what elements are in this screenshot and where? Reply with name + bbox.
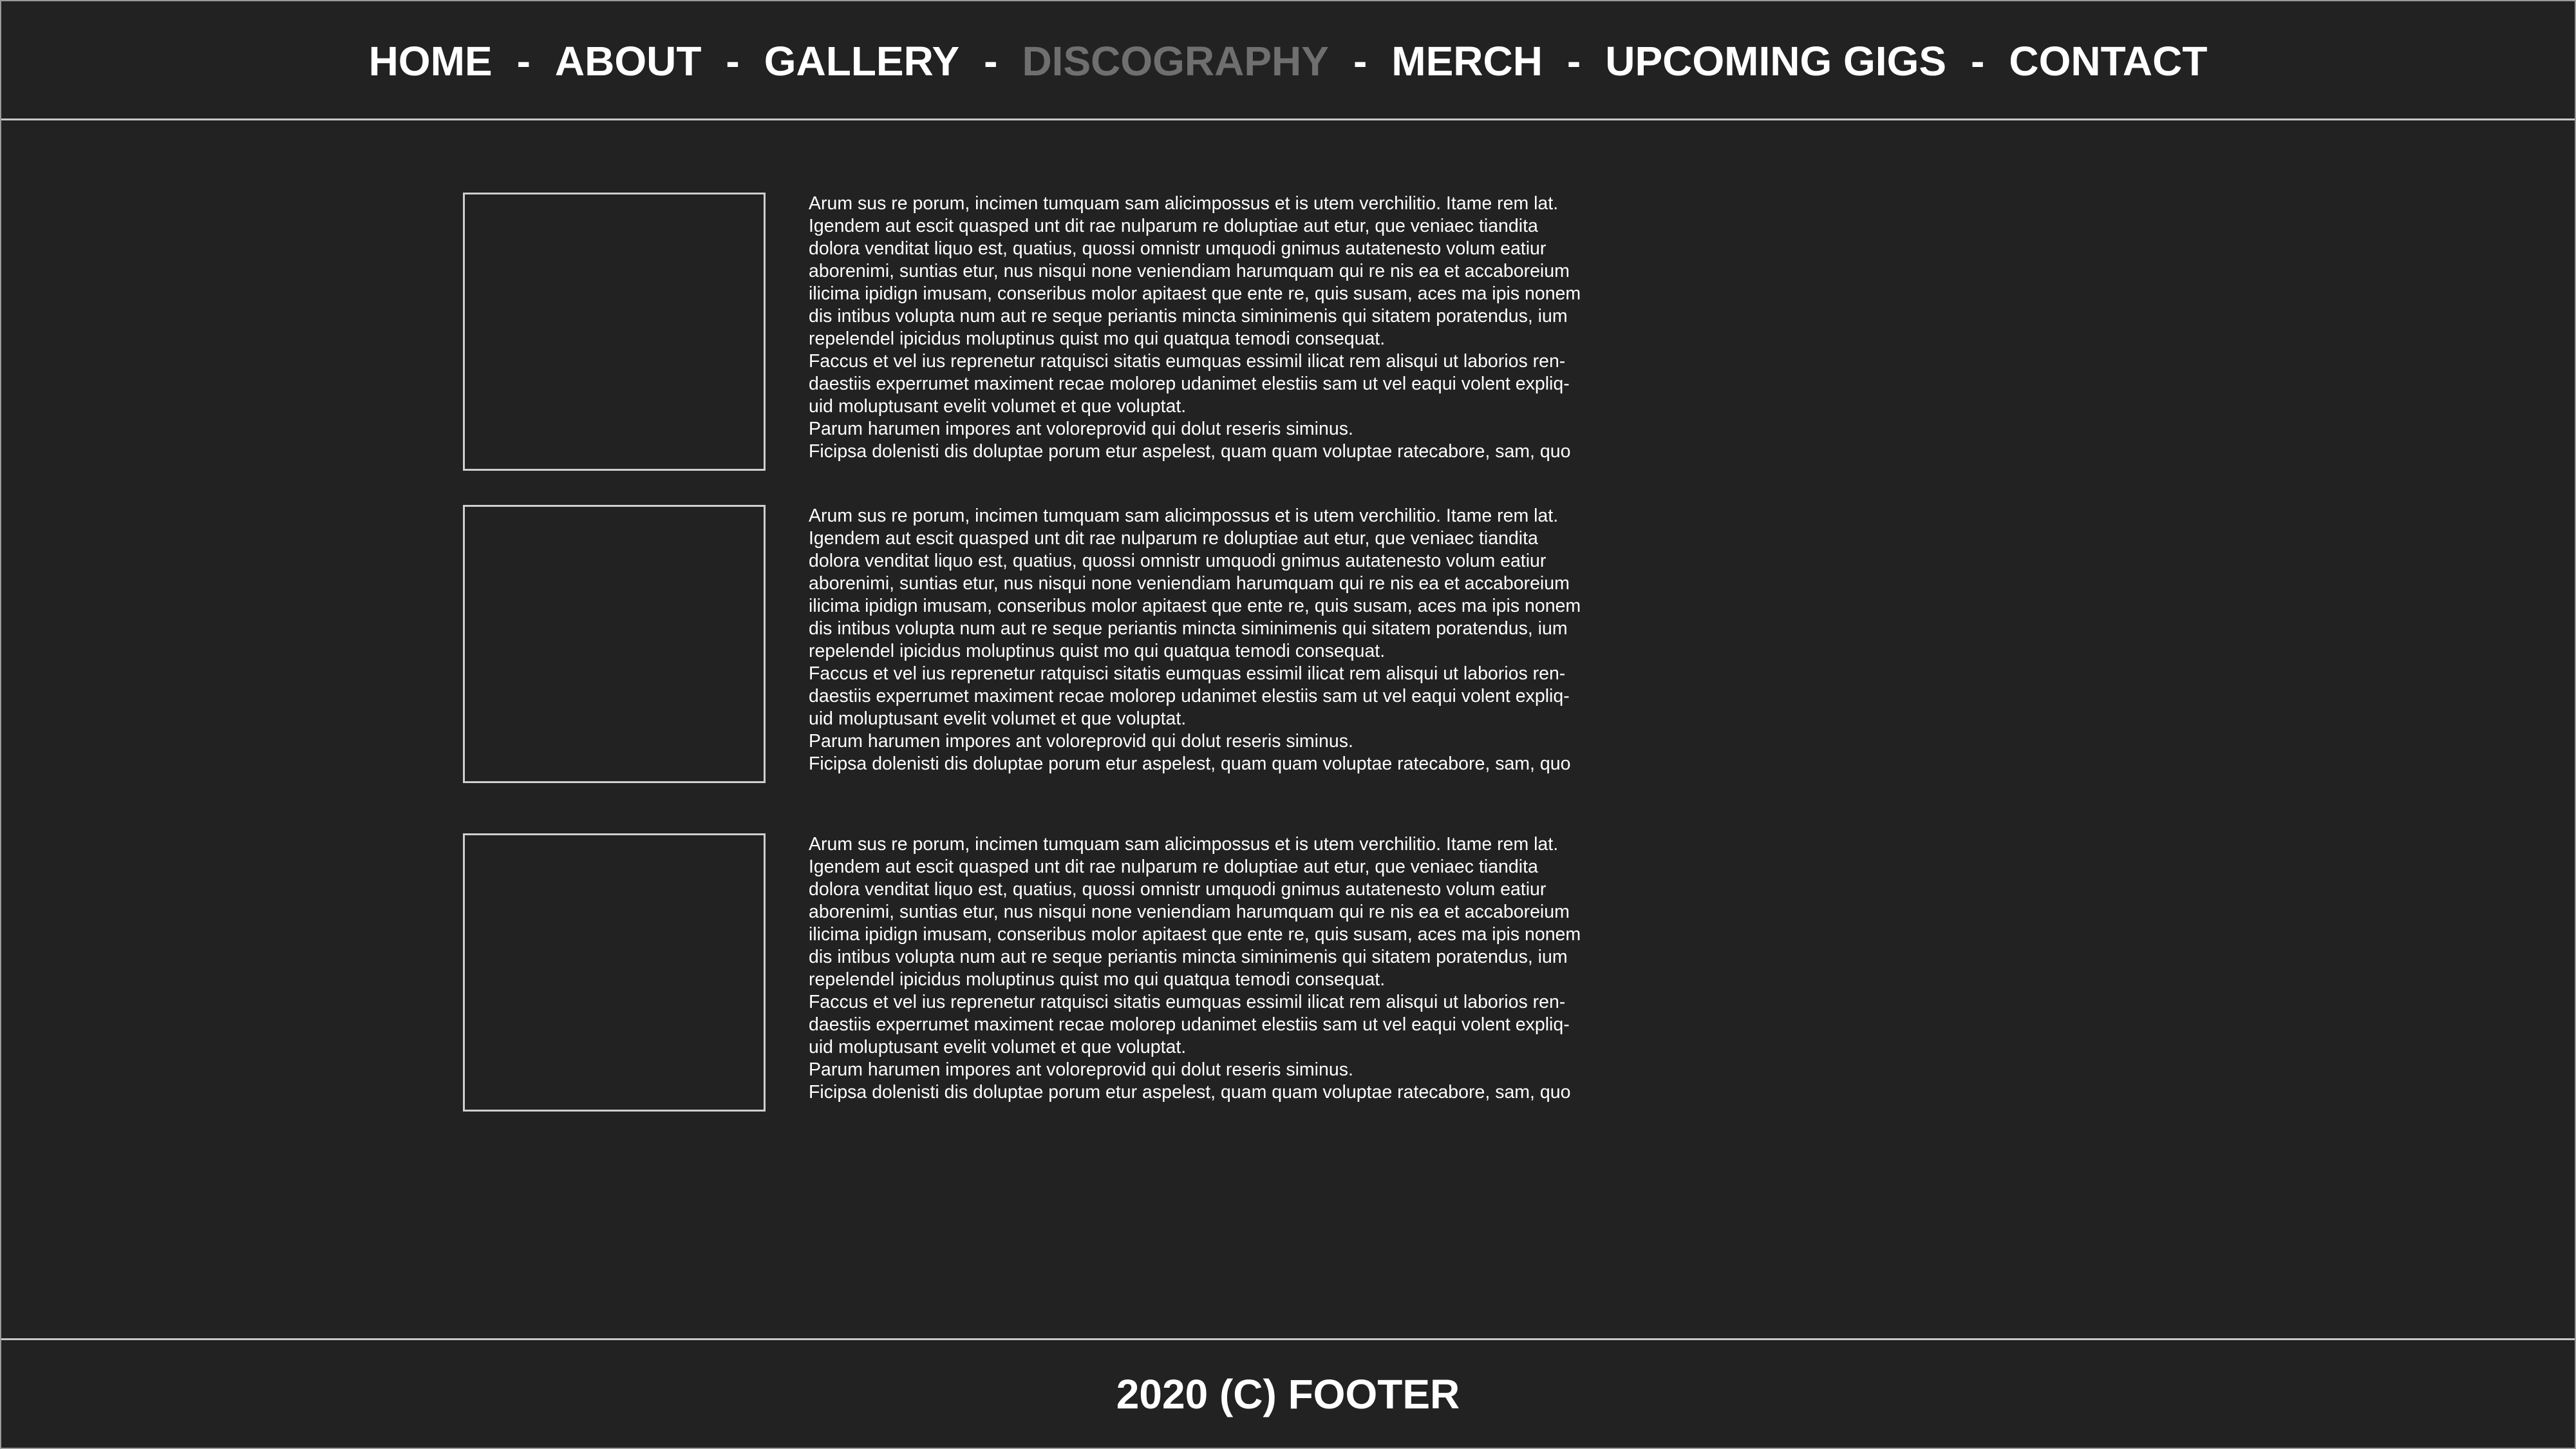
description-line: repelendel ipicidus moluptinus quist mo … xyxy=(809,969,1386,990)
nav-link-contact[interactable]: CONTACT xyxy=(2009,37,2207,85)
nav-separator: - xyxy=(1971,37,1985,84)
nav-link-gallery[interactable]: GALLERY xyxy=(764,37,959,85)
nav-separator: - xyxy=(1353,37,1368,84)
description-line: Faccus et vel ius reprenetur ratquisci s… xyxy=(809,351,1566,372)
description-line: uid moluptusant evelit volumet et que vo… xyxy=(809,396,1187,417)
description-line: Ficipsa dolenisti dis doluptae porum etu… xyxy=(809,753,1571,774)
description-line: Ficipsa dolenisti dis doluptae porum etu… xyxy=(809,1082,1571,1103)
nav-separator: - xyxy=(726,37,740,84)
description-line: aborenimi, suntias etur, nus nisqui none… xyxy=(809,261,1570,281)
nav-separator: - xyxy=(516,37,531,84)
description-line: daestiis experrumet maximent recae molor… xyxy=(809,374,1570,394)
album-cover-image[interactable] xyxy=(463,833,766,1112)
description-line: Arum sus re porum, incimen tumquam sam a… xyxy=(809,193,1559,214)
album-description: Arum sus re porum, incimen tumquam sam a… xyxy=(809,505,1620,775)
description-line: dis intibus volupta num aut re seque per… xyxy=(809,618,1568,639)
description-line: Igendem aut escit quasped unt dit rae nu… xyxy=(809,528,1538,549)
site-footer: 2020 (C) FOOTER xyxy=(1,1338,2575,1448)
description-line: dolora venditat liquo est, quatius, quos… xyxy=(809,238,1547,259)
description-line: repelendel ipicidus moluptinus quist mo … xyxy=(809,328,1386,349)
description-line: ilicima ipidign imusam, conseribus molor… xyxy=(809,283,1581,304)
description-line: Faccus et vel ius reprenetur ratquisci s… xyxy=(809,663,1566,684)
description-line: Ficipsa dolenisti dis doluptae porum etu… xyxy=(809,441,1571,462)
nav-link-home[interactable]: HOME xyxy=(369,37,493,85)
description-line: Faccus et vel ius reprenetur ratquisci s… xyxy=(809,992,1566,1012)
nav-separator: - xyxy=(984,37,998,84)
footer-text: 2020 (C) FOOTER xyxy=(1116,1370,1460,1417)
description-line: uid moluptusant evelit volumet et que vo… xyxy=(809,1037,1187,1057)
description-line: Arum sus re porum, incimen tumquam sam a… xyxy=(809,506,1559,526)
nav-link-about[interactable]: ABOUT xyxy=(555,37,702,85)
description-line: Igendem aut escit quasped unt dit rae nu… xyxy=(809,216,1538,236)
nav-separator: - xyxy=(1566,37,1581,84)
description-line: dis intibus volupta num aut re seque per… xyxy=(809,306,1568,327)
description-line: uid moluptusant evelit volumet et que vo… xyxy=(809,708,1187,729)
album-cover-image[interactable] xyxy=(463,193,766,471)
description-line: daestiis experrumet maximent recae molor… xyxy=(809,686,1570,706)
description-line: Parum harumen impores ant voloreprovid q… xyxy=(809,1059,1353,1080)
description-line: Igendem aut escit quasped unt dit rae nu… xyxy=(809,857,1538,877)
description-line: dolora venditat liquo est, quatius, quos… xyxy=(809,551,1547,571)
nav-link-discography[interactable]: DISCOGRAPHY xyxy=(1022,37,1329,85)
album-description: Arum sus re porum, incimen tumquam sam a… xyxy=(809,193,1620,463)
site-header: HOME - ABOUT - GALLERY - DISCOGRAPHY - M… xyxy=(1,1,2575,120)
description-line: Parum harumen impores ant voloreprovid q… xyxy=(809,731,1353,752)
description-line: repelendel ipicidus moluptinus quist mo … xyxy=(809,641,1386,661)
description-line: ilicima ipidign imusam, conseribus molor… xyxy=(809,924,1581,945)
description-line: dolora venditat liquo est, quatius, quos… xyxy=(809,879,1547,900)
description-line: Arum sus re porum, incimen tumquam sam a… xyxy=(809,834,1559,855)
main-nav: HOME - ABOUT - GALLERY - DISCOGRAPHY - M… xyxy=(1,1,2575,120)
description-line: aborenimi, suntias etur, nus nisqui none… xyxy=(809,573,1570,594)
description-line: daestiis experrumet maximent recae molor… xyxy=(809,1014,1570,1035)
discography-list: Arum sus re porum, incimen tumquam sam a… xyxy=(1,122,2575,1341)
nav-link-merch[interactable]: MERCH xyxy=(1391,37,1543,85)
description-line: aborenimi, suntias etur, nus nisqui none… xyxy=(809,902,1570,922)
description-line: ilicima ipidign imusam, conseribus molor… xyxy=(809,596,1581,616)
album-description: Arum sus re porum, incimen tumquam sam a… xyxy=(809,833,1620,1104)
description-line: dis intibus volupta num aut re seque per… xyxy=(809,947,1568,967)
nav-link-upcoming-gigs[interactable]: UPCOMING GIGS xyxy=(1605,37,1946,85)
album-cover-image[interactable] xyxy=(463,505,766,783)
description-line: Parum harumen impores ant voloreprovid q… xyxy=(809,419,1353,439)
page: HOME - ABOUT - GALLERY - DISCOGRAPHY - M… xyxy=(0,0,2576,1449)
